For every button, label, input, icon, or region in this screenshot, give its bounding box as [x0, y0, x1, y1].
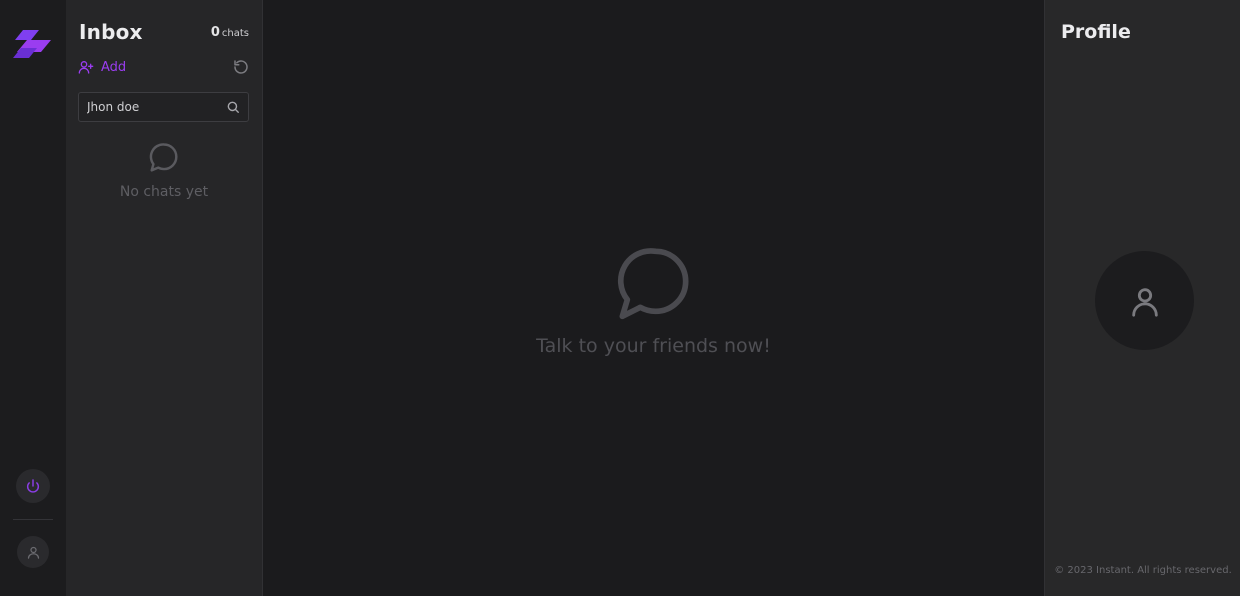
- user-plus-icon: [78, 60, 94, 74]
- search-input[interactable]: [87, 93, 222, 121]
- inbox-panel: Inbox 0 chats Add Jhon doe No chats yet: [66, 0, 263, 596]
- profile-title: Profile: [1061, 21, 1131, 43]
- empty-conversation-text: Talk to your friends now!: [536, 335, 771, 357]
- rail-divider: [13, 519, 53, 520]
- app-window: Inbox 0 chats Add Jhon doe No chats yet …: [0, 0, 1240, 596]
- user-avatar-button[interactable]: [17, 536, 49, 568]
- add-label: Add: [101, 59, 127, 75]
- refresh-button[interactable]: [232, 58, 250, 76]
- search-box: [78, 92, 249, 122]
- inbox-title: Inbox: [79, 20, 143, 44]
- chat-bubble-icon: [149, 143, 178, 172]
- profile-avatar: [1095, 251, 1194, 350]
- power-icon: [26, 479, 40, 493]
- user-icon: [1131, 287, 1158, 317]
- left-rail: [0, 0, 66, 596]
- profile-panel: Profile © 2023 Instant. All rights reser…: [1044, 0, 1240, 596]
- add-contact-button[interactable]: Add: [78, 59, 126, 75]
- empty-conversation-state: Talk to your friends now!: [263, 243, 1044, 357]
- logout-button[interactable]: [16, 469, 50, 503]
- refresh-icon: [234, 60, 248, 74]
- empty-chats-text: No chats yet: [119, 184, 209, 200]
- search-icon[interactable]: [226, 100, 240, 114]
- copyright-footer: © 2023 Instant. All rights reserved.: [1054, 565, 1232, 576]
- chat-count-value: 0: [210, 25, 220, 40]
- conversation-area: Talk to your friends now!: [263, 0, 1044, 596]
- empty-chats-state: No chats yet: [66, 142, 262, 200]
- chat-bubble-icon: [617, 248, 688, 320]
- user-icon: [27, 546, 39, 559]
- brand-logo-icon[interactable]: [13, 30, 51, 60]
- chat-count: 0 chats: [211, 25, 249, 40]
- chat-count-label: chats: [221, 28, 249, 39]
